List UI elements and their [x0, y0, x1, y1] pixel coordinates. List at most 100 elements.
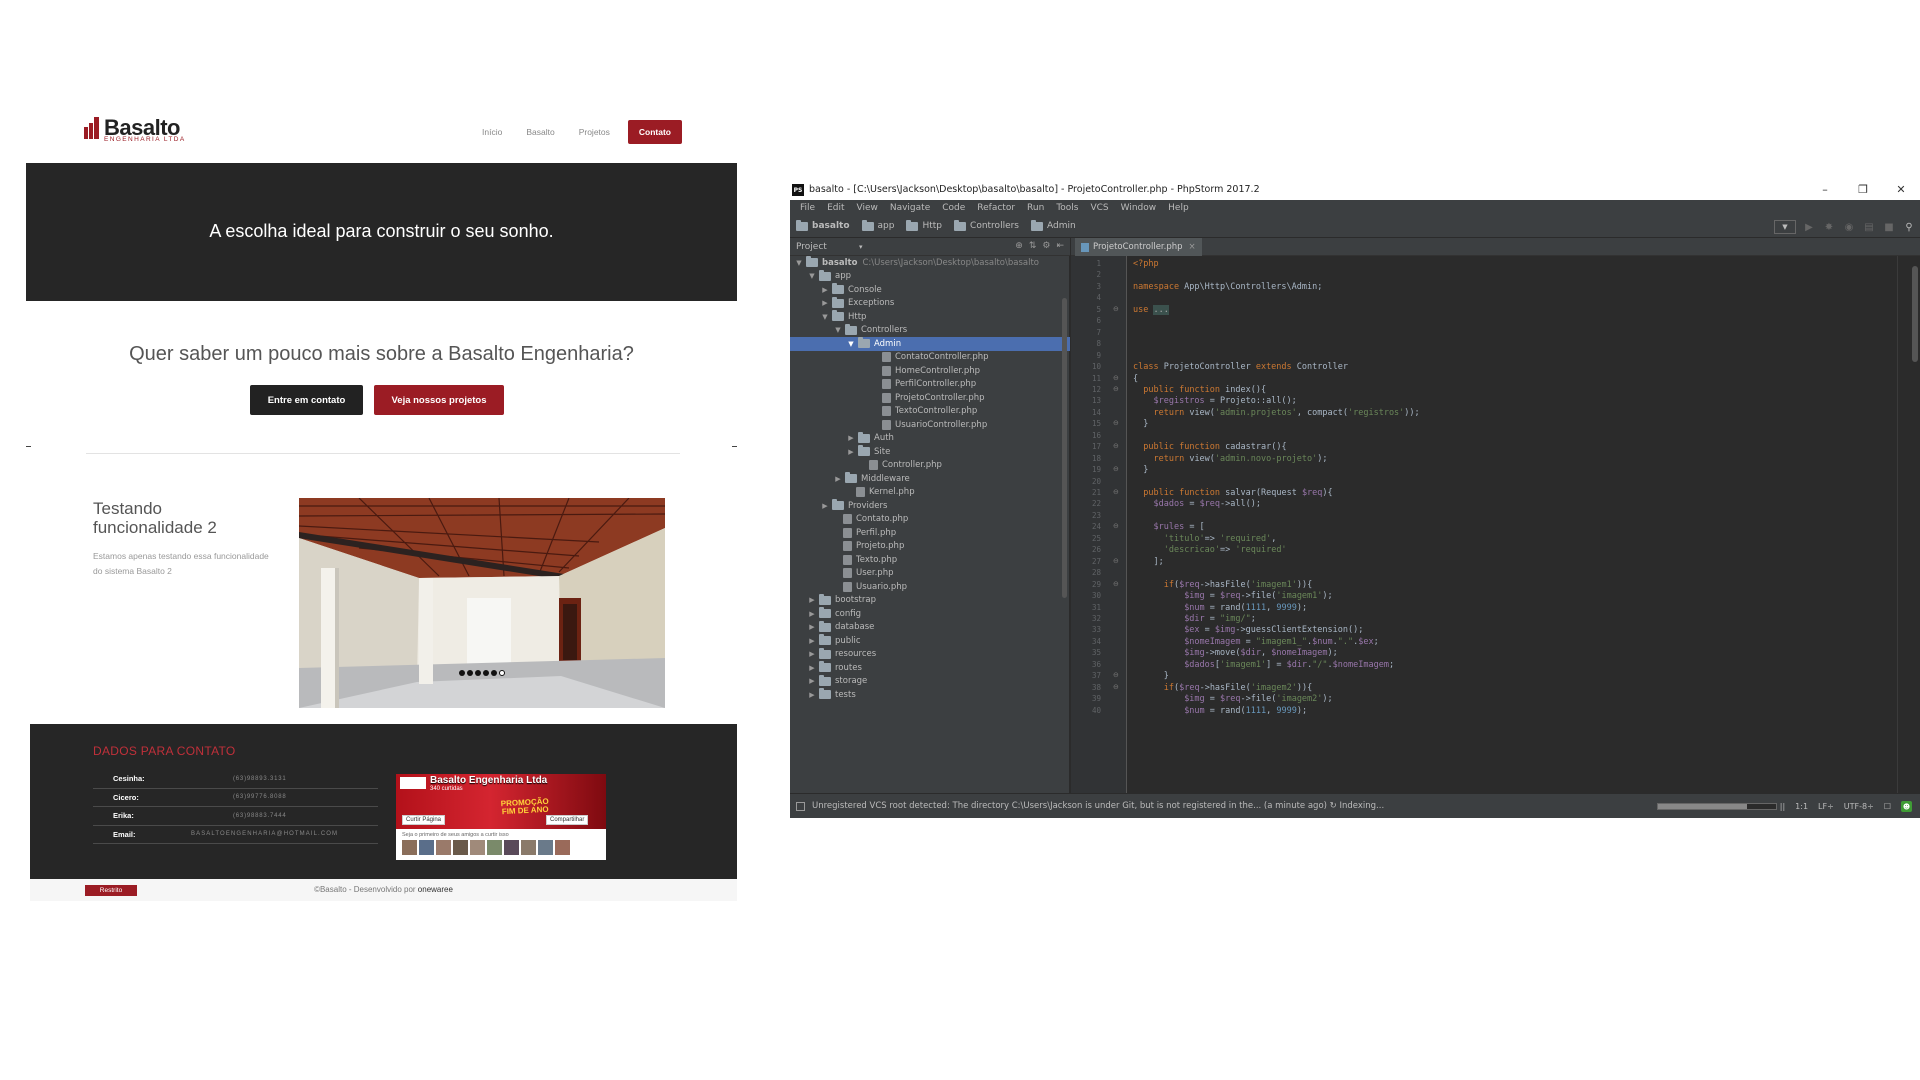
chevron-right-icon[interactable]: ▶ — [820, 286, 830, 294]
file-encoding[interactable]: UTF-8÷ — [1844, 802, 1874, 811]
minimize-icon[interactable]: – — [1806, 179, 1844, 200]
chevron-right-icon[interactable]: ▶ — [833, 475, 843, 483]
tree-folder[interactable]: ▶ Exceptions — [790, 296, 1070, 311]
nav-inicio[interactable]: Início — [470, 127, 514, 137]
breadcrumb-item[interactable]: app — [861, 219, 894, 231]
locate-icon[interactable]: ⊕ — [1015, 241, 1023, 251]
tree-folder[interactable]: ▶ storage — [790, 674, 1070, 689]
nav-projetos[interactable]: Projetos — [567, 127, 622, 137]
chevron-right-icon[interactable]: ▶ — [807, 677, 817, 685]
pause-icon[interactable]: || — [1780, 802, 1785, 811]
tree-folder[interactable]: ▶ routes — [790, 661, 1070, 675]
tree-scrollbar[interactable] — [1062, 298, 1067, 598]
nav-basalto[interactable]: Basalto — [514, 127, 566, 137]
search-icon[interactable]: ⚲ — [1902, 220, 1916, 234]
footer-developer-link[interactable]: onewaree — [418, 885, 453, 894]
tree-folder[interactable]: ▼ Controllers — [790, 323, 1070, 338]
restore-icon[interactable]: ❐ — [1844, 179, 1882, 200]
tree-file[interactable]: Projeto.php — [790, 540, 1070, 554]
fold-marker-icon[interactable]: ⊖ — [1113, 442, 1119, 450]
tree-folder[interactable]: ▶ Middleware — [790, 472, 1070, 486]
debug-icon[interactable]: ✸ — [1822, 220, 1836, 234]
chevron-right-icon[interactable]: ▶ — [807, 664, 817, 672]
chevron-right-icon[interactable]: ▶ — [820, 502, 830, 510]
tree-file[interactable]: Perfil.php — [790, 526, 1070, 540]
chevron-down-icon[interactable]: ▼ — [833, 326, 843, 334]
tree-file[interactable]: User.php — [790, 567, 1070, 581]
contact-email[interactable]: BASALTOENGENHARIA@HOTMAIL.COM — [191, 831, 338, 837]
inspection-ok-icon[interactable]: ☻ — [1901, 801, 1912, 812]
carousel-dot[interactable] — [467, 670, 473, 676]
menu-run[interactable]: Run — [1021, 203, 1050, 213]
menu-tools[interactable]: Tools — [1050, 203, 1084, 213]
tree-folder[interactable]: ▶ bootstrap — [790, 593, 1070, 608]
menu-navigate[interactable]: Navigate — [884, 203, 936, 213]
menu-file[interactable]: File — [794, 203, 821, 213]
editor-scrollbar[interactable] — [1912, 266, 1918, 362]
fold-marker-icon[interactable]: ⊖ — [1113, 419, 1119, 427]
chevron-down-icon[interactable]: ▼ — [807, 272, 817, 280]
tree-folder[interactable]: ▶ resources — [790, 647, 1070, 662]
close-tab-icon[interactable]: × — [1189, 242, 1196, 252]
nav-contato-button[interactable]: Contato — [627, 120, 682, 144]
tree-folder[interactable]: ▶ Site — [790, 445, 1070, 459]
tree-file[interactable]: UsuarioController.php — [790, 418, 1070, 432]
tree-folder[interactable]: ▼ Admin — [790, 337, 1070, 351]
carousel-dot[interactable] — [483, 670, 489, 676]
chevron-right-icon[interactable]: ▶ — [807, 610, 817, 618]
fold-marker-icon[interactable]: ⊖ — [1113, 557, 1119, 565]
menu-vcs[interactable]: VCS — [1084, 203, 1114, 213]
menu-help[interactable]: Help — [1162, 203, 1195, 213]
fold-marker-icon[interactable]: ⊖ — [1113, 305, 1119, 313]
tree-folder[interactable]: ▶ config — [790, 607, 1070, 621]
tree-file[interactable]: Usuario.php — [790, 580, 1070, 594]
stop-icon[interactable]: ■ — [1882, 220, 1896, 234]
tree-folder[interactable]: ▶ database — [790, 620, 1070, 635]
tree-file[interactable]: Contato.php — [790, 513, 1070, 527]
tree-file[interactable]: Texto.php — [790, 553, 1070, 567]
facebook-page-widget[interactable]: Basalto Engenharia Ltda 340 curtidas PRO… — [396, 774, 606, 860]
coverage-icon[interactable]: ◉ — [1842, 220, 1856, 234]
basalto-logo[interactable]: Basalto ENGENHARIA LTDA — [84, 115, 194, 143]
tree-folder[interactable]: ▼ basalto C:\Users\Jackson\Desktop\basalto… — [790, 256, 1070, 270]
tree-folder[interactable]: ▶ tests — [790, 688, 1070, 702]
tree-folder[interactable]: ▶ Providers — [790, 499, 1070, 513]
tree-file[interactable]: TextoController.php — [790, 405, 1070, 419]
fold-marker-icon[interactable]: ⊖ — [1113, 465, 1119, 473]
chevron-right-icon[interactable]: ▶ — [820, 299, 830, 307]
chevron-down-icon[interactable]: ▼ — [820, 313, 830, 321]
fold-marker-icon[interactable]: ⊖ — [1113, 374, 1119, 382]
status-message[interactable]: Unregistered VCS root detected: The dire… — [812, 801, 1384, 811]
chevron-right-icon[interactable]: ▶ — [807, 691, 817, 699]
fold-marker-icon[interactable]: ⊖ — [1113, 683, 1119, 691]
project-view-selector[interactable]: Project — [796, 242, 863, 252]
tree-file[interactable]: PerfilController.php — [790, 378, 1070, 392]
chevron-down-icon[interactable]: ▼ — [846, 340, 856, 348]
tree-file[interactable]: Controller.php — [790, 459, 1070, 473]
tree-file[interactable]: ContatoController.php — [790, 351, 1070, 365]
contact-button[interactable]: Entre em contato — [250, 385, 363, 415]
tree-folder[interactable]: ▶ Auth — [790, 431, 1070, 446]
breadcrumb-item[interactable]: Controllers — [954, 219, 1019, 231]
chevron-right-icon[interactable]: ▶ — [807, 637, 817, 645]
breadcrumb-item[interactable]: basalto — [796, 219, 850, 231]
tree-folder[interactable]: ▶ Console — [790, 283, 1070, 297]
run-icon[interactable]: ▶ — [1802, 220, 1816, 234]
line-separator[interactable]: LF÷ — [1818, 802, 1834, 811]
breadcrumb-item[interactable]: Admin — [1031, 219, 1076, 231]
fold-marker-icon[interactable]: ⊖ — [1113, 580, 1119, 588]
project-carousel-image[interactable] — [299, 498, 665, 708]
chevron-right-icon[interactable]: ▶ — [846, 434, 856, 442]
caret-position[interactable]: 1:1 — [1795, 802, 1808, 811]
facebook-page-name[interactable]: Basalto Engenharia Ltda — [430, 775, 547, 786]
menu-refactor[interactable]: Refactor — [971, 203, 1021, 213]
tree-file[interactable]: HomeController.php — [790, 364, 1070, 378]
breadcrumb-item[interactable]: Http — [906, 219, 942, 231]
tree-file[interactable]: Kernel.php — [790, 486, 1070, 500]
run-configuration-dropdown[interactable]: ▼ — [1774, 220, 1796, 234]
fold-marker-icon[interactable]: ⊖ — [1113, 385, 1119, 393]
facebook-share-button[interactable]: Compartilhar — [546, 815, 589, 825]
hide-icon[interactable]: ⇤ — [1056, 241, 1064, 251]
fold-marker-icon[interactable]: ⊖ — [1113, 671, 1119, 679]
chevron-down-icon[interactable]: ▼ — [794, 259, 804, 267]
